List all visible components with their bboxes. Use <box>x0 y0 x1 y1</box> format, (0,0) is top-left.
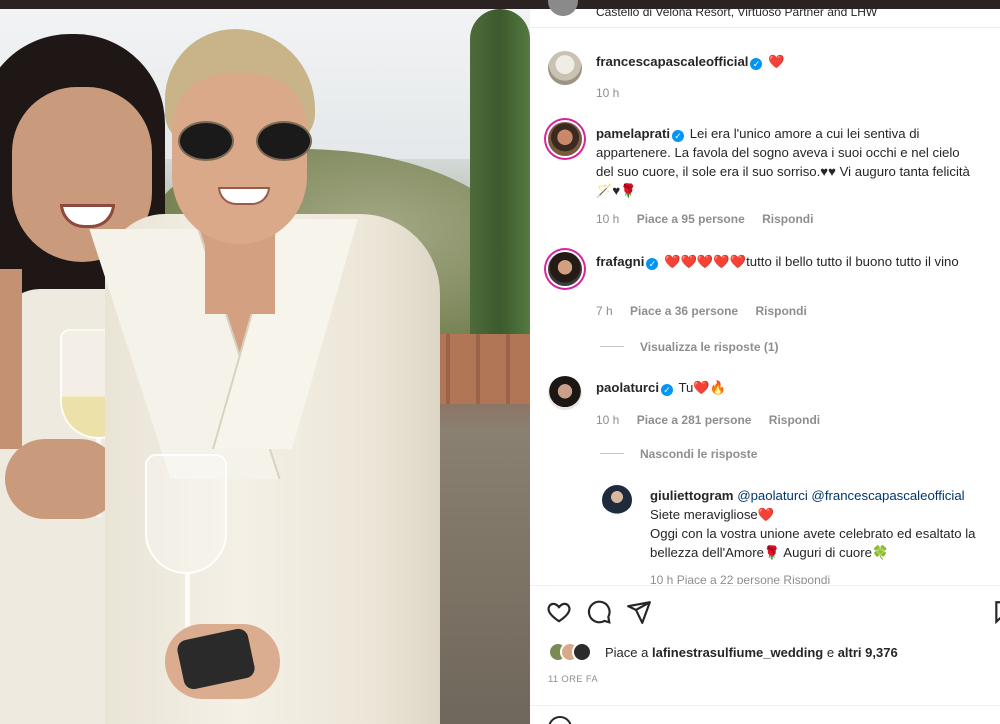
comment-text: Tu❤️🔥 <box>678 380 727 395</box>
comment-time[interactable]: 10 h <box>596 212 619 226</box>
comment-icon[interactable] <box>586 599 614 627</box>
reply-button[interactable]: Rispondi <box>769 413 820 427</box>
avatar[interactable] <box>548 122 582 156</box>
likes-text[interactable]: Piace a lafinestrasulfiume_wedding e alt… <box>605 645 898 660</box>
avatar[interactable] <box>548 252 582 286</box>
comment-username[interactable]: frafagni <box>596 254 644 269</box>
comment-time[interactable]: 7 h <box>596 304 613 318</box>
comment-body: paolaturci ✓ Tu❤️🔥 <box>596 378 980 397</box>
avatar[interactable] <box>602 485 632 515</box>
likes-count[interactable]: altri 9,376 <box>838 645 898 660</box>
comment-body: frafagni ✓ ❤️❤️❤️❤️❤️tutto il bello tutto… <box>596 252 980 271</box>
reply-body: giuliettogram @paolaturci @francescapasc… <box>650 486 990 562</box>
reply-button[interactable]: Rispondi <box>762 212 813 226</box>
comment-username[interactable]: pamelaprati <box>596 126 670 141</box>
comment-body: francescapascaleofficial ✓ ❤️ <box>596 52 976 71</box>
reply-meta: 10 h Piace a 22 persone Rispondi <box>650 573 831 584</box>
avatar <box>572 642 592 662</box>
comment-text: ❤️❤️❤️❤️❤️tutto il bello tutto il buono … <box>664 254 959 269</box>
reply-mentions[interactable]: @paolaturci @francescapascaleofficial <box>737 488 964 503</box>
reply-line-1: Siete meravigliose❤️ <box>650 507 775 522</box>
comment-time[interactable]: 10 h <box>596 86 619 100</box>
comment-meta: 10 h Piace a 281 persone Rispondi <box>596 413 834 427</box>
likes-summary[interactable]: Piace a lafinestrasulfiume_wedding e alt… <box>548 642 998 664</box>
reply-line-2: Oggi con la vostra unione avete celebrat… <box>650 526 976 560</box>
post-time[interactable]: 11 ORE FA <box>548 674 598 685</box>
comment-likes[interactable]: Piace a 36 persone <box>630 304 738 318</box>
post-photo[interactable] <box>0 9 530 724</box>
reply-username[interactable]: giuliettogram <box>650 488 734 503</box>
comment-text: ❤️ <box>768 54 785 69</box>
divider <box>530 585 1000 586</box>
comment-meta: 10 h <box>596 86 633 100</box>
bookmark-icon[interactable] <box>992 599 1000 627</box>
reply-button[interactable]: Rispondi <box>755 304 806 318</box>
view-replies-button[interactable]: Visualizza le risposte (1) <box>600 340 779 354</box>
comment-meta: 10 h Piace a 95 persone Rispondi <box>596 212 827 226</box>
post-side-panel: Castello di Velona Resort, Virtuoso Part… <box>530 0 1000 724</box>
likes-user[interactable]: lafinestrasulfiume_wedding <box>652 645 823 660</box>
comment-time[interactable]: 10 h <box>596 413 619 427</box>
comments-list[interactable]: francescapascaleofficial ✓ ❤️ 10 h pamela… <box>530 37 1000 584</box>
verified-icon: ✓ <box>750 58 763 70</box>
emoji-icon[interactable] <box>548 716 572 724</box>
action-bar <box>530 593 1000 633</box>
avatar[interactable] <box>548 51 582 85</box>
comment-meta: 7 h Piace a 36 persone Rispondi <box>596 304 821 318</box>
divider <box>530 27 1000 28</box>
comment-likes[interactable]: Piace a 281 persone <box>637 413 752 427</box>
add-comment-bar <box>530 705 1000 724</box>
verified-icon: ✓ <box>646 258 659 270</box>
wine-glass <box>145 454 227 574</box>
comment-username[interactable]: francescapascaleofficial <box>596 54 748 69</box>
heart-icon[interactable] <box>546 599 574 627</box>
comment-body: pamelaprati ✓ Lei era l'unico amore a cui… <box>596 124 980 200</box>
post-location[interactable]: Castello di Velona Resort, Virtuoso Part… <box>596 5 877 19</box>
comment-username[interactable]: paolaturci <box>596 380 659 395</box>
hide-replies-button[interactable]: Nascondi le risposte <box>600 447 757 461</box>
comment-likes[interactable]: Piace a 95 persone <box>637 212 745 226</box>
avatar[interactable] <box>548 0 578 16</box>
share-icon[interactable] <box>626 599 654 627</box>
avatar[interactable] <box>548 376 582 410</box>
verified-icon: ✓ <box>661 384 674 396</box>
verified-icon: ✓ <box>672 130 685 142</box>
